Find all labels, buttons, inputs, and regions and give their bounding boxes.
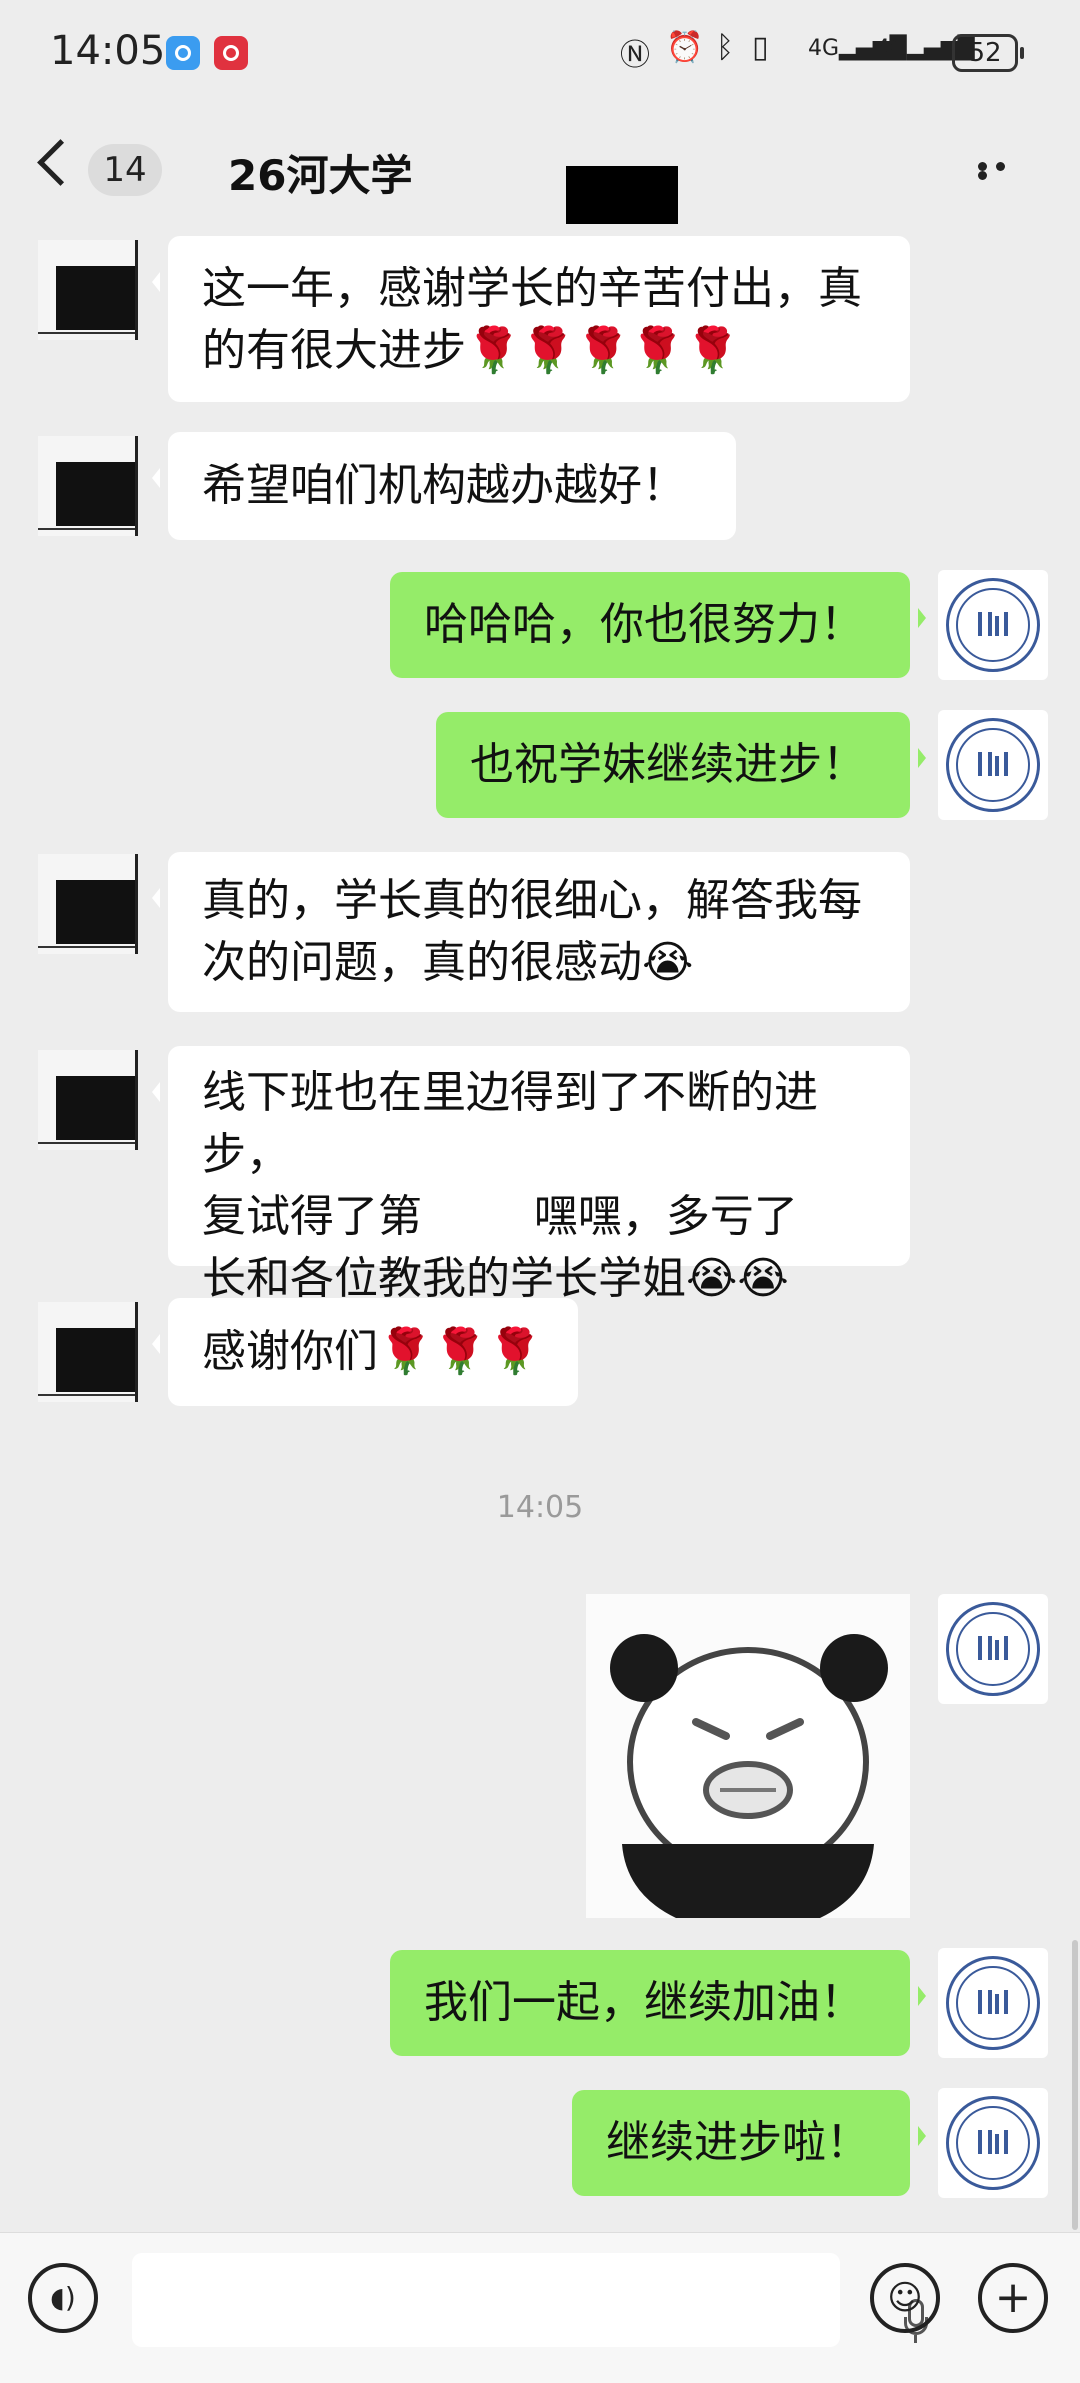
- redaction-block: [566, 166, 678, 224]
- alarm-icon: ⏰: [666, 30, 704, 65]
- unread-count-badge[interactable]: 14: [88, 144, 162, 196]
- contact-avatar[interactable]: [38, 436, 138, 536]
- status-bar: 14:05 Ⓝ ⏰ ᛒ ▯ 4G▂▄▆█ 4G▂▄▆█ 52: [0, 0, 1080, 110]
- user-avatar[interactable]: [938, 2088, 1048, 2198]
- panda-meme-sticker[interactable]: [586, 1594, 910, 1918]
- message-input[interactable]: [132, 2253, 928, 2347]
- battery-icon: 52: [952, 34, 1024, 72]
- contact-avatar[interactable]: [38, 1050, 138, 1150]
- message-bubble-received[interactable]: 感谢你们🌹🌹🌹: [152, 1298, 578, 1406]
- message-bubble-sent[interactable]: 也祝学妹继续进步！: [436, 712, 926, 818]
- chat-header: 14 26河大学: [0, 120, 1080, 224]
- more-options-icon[interactable]: [978, 162, 1030, 180]
- user-avatar[interactable]: [938, 1594, 1048, 1704]
- user-avatar[interactable]: [938, 710, 1048, 820]
- message-timestamp: 14:05: [496, 1490, 584, 1525]
- message-bubble-received[interactable]: 希望咱们机构越办越好！: [152, 432, 736, 540]
- contact-avatar[interactable]: [38, 854, 138, 954]
- status-time: 14:05: [50, 28, 166, 74]
- app-notification-icon: [214, 36, 248, 70]
- message-bubble-received[interactable]: 线下班也在里边得到了不断的进步， 复试得了第 嘿嘿，多亏了 长和各位教我的学长学…: [152, 1046, 910, 1304]
- contact-avatar[interactable]: [38, 1302, 138, 1402]
- scrollbar[interactable]: [1072, 1940, 1078, 2230]
- message-bubble-sent[interactable]: 我们一起，继续加油！: [390, 1950, 926, 2056]
- message-bubble-sent[interactable]: 哈哈哈，你也很努力！: [390, 572, 926, 678]
- user-avatar[interactable]: [938, 1948, 1048, 2058]
- message-input-bar: ◖) ☺ +: [0, 2232, 1080, 2383]
- vibrate-icon: ▯: [752, 30, 769, 65]
- app-notification-icon: [166, 36, 200, 70]
- bluetooth-icon: ᛒ: [716, 30, 734, 65]
- emoji-icon[interactable]: ☺: [870, 2263, 940, 2333]
- back-arrow-icon[interactable]: [37, 139, 84, 186]
- user-avatar[interactable]: [938, 570, 1048, 680]
- chat-title: 26河大学: [228, 151, 413, 200]
- message-bubble-sent[interactable]: 继续进步啦！: [572, 2090, 926, 2196]
- message-bubble-received[interactable]: 真的，学长真的很细心，解答我每 次的问题，真的很感动😭: [152, 852, 910, 1012]
- contact-avatar[interactable]: [38, 240, 138, 340]
- nfc-icon: Ⓝ: [620, 38, 650, 73]
- message-bubble-received[interactable]: 这一年，感谢学长的辛苦付出，真 的有很大进步🌹🌹🌹🌹🌹: [152, 236, 910, 402]
- plus-icon[interactable]: +: [978, 2263, 1048, 2333]
- voice-icon[interactable]: ◖): [28, 2263, 98, 2333]
